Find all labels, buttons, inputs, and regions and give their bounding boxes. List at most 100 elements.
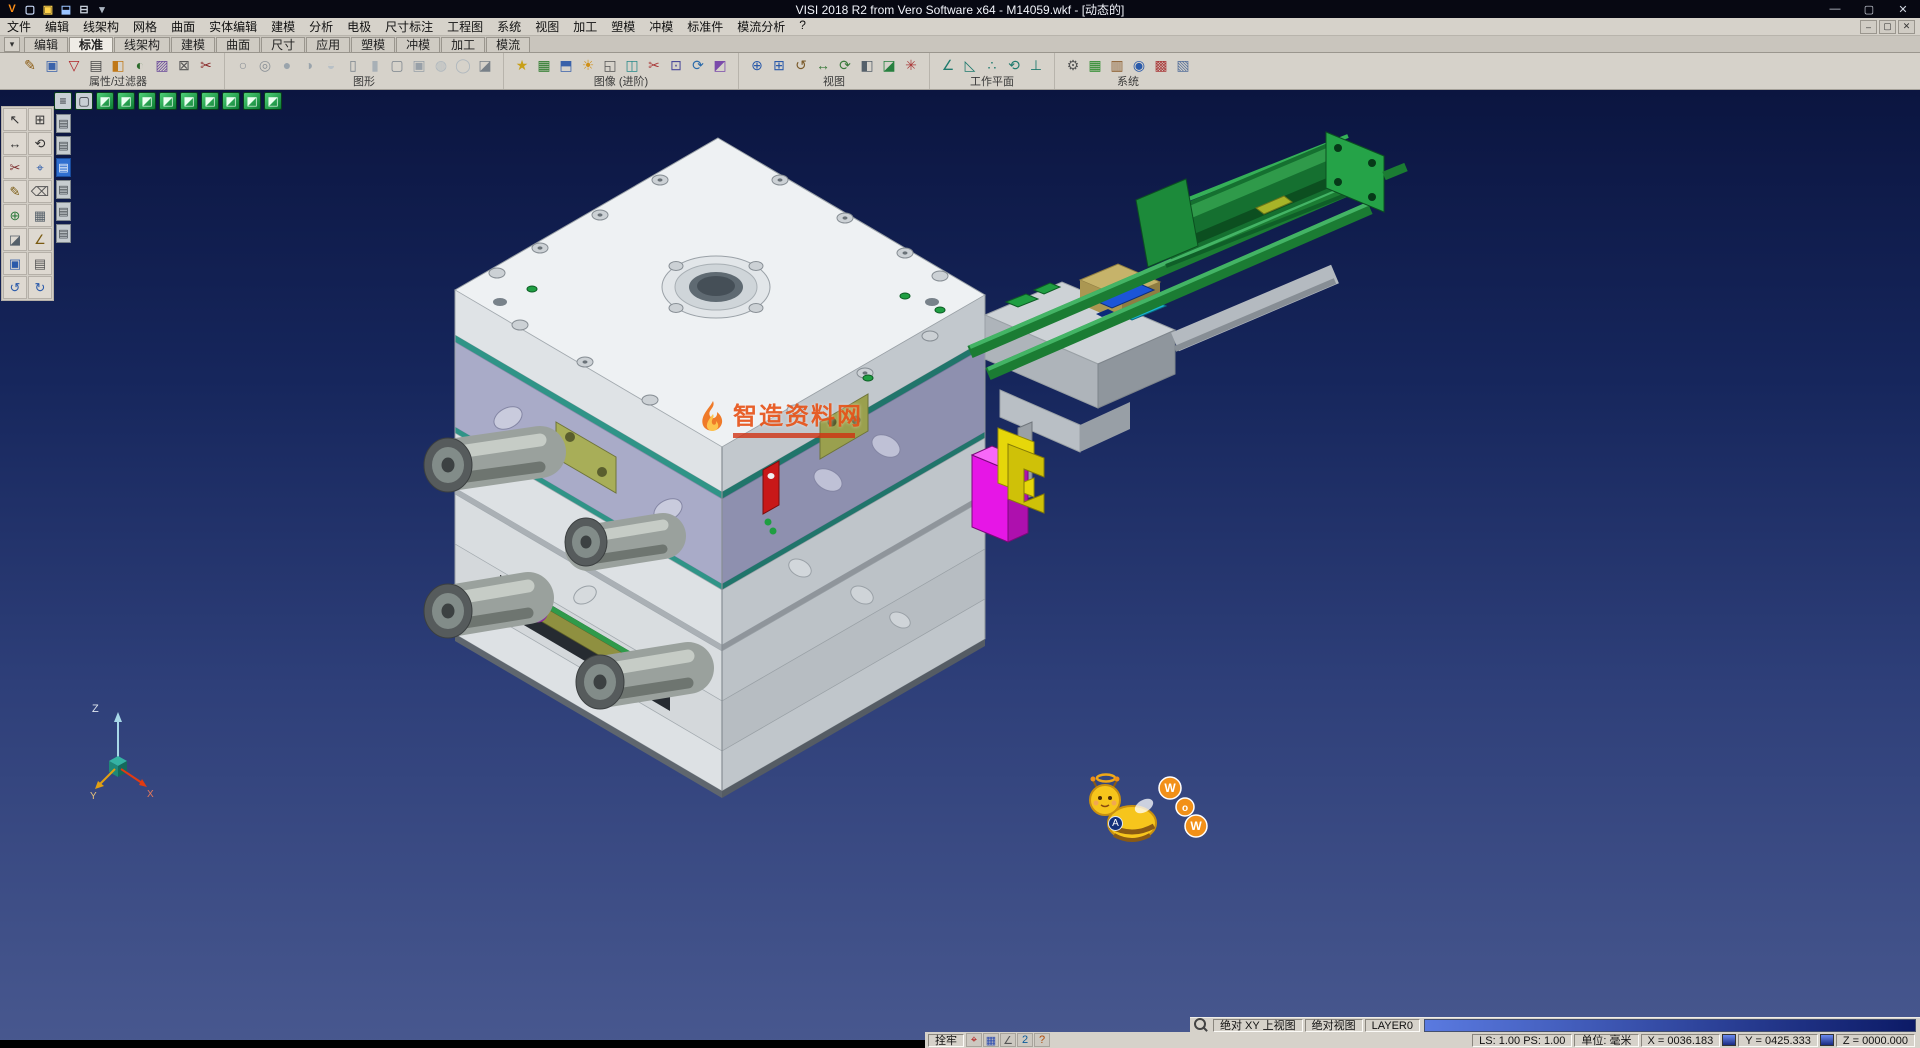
filter-icon[interactable]: ▽	[64, 55, 84, 75]
tab[interactable]: 线架构	[114, 37, 170, 52]
view-bottom-icon[interactable]: ◩	[222, 92, 240, 110]
copy-attributes-icon[interactable]: ▣	[42, 55, 62, 75]
color-swap-icon[interactable]: ◧	[108, 55, 128, 75]
menu-item[interactable]: 建模	[264, 18, 302, 35]
workplane-xy-icon[interactable]: ∠	[938, 55, 958, 75]
tab[interactable]: 尺寸	[261, 37, 305, 52]
tab[interactable]: 曲面	[216, 37, 260, 52]
status-view-mode[interactable]: 绝对 XY 上视图	[1213, 1019, 1303, 1032]
rotate-icon[interactable]: ⟲	[28, 132, 52, 155]
shaded-edges-icon[interactable]: ◑	[299, 55, 319, 75]
view-blank-icon[interactable]: ▢	[75, 92, 93, 110]
tab-dropdown-icon[interactable]: ▾	[4, 37, 20, 52]
render-icon[interactable]: ★	[512, 55, 532, 75]
layer-manager-icon[interactable]: ▤	[86, 55, 106, 75]
overlay-doc-4-icon[interactable]: ▤	[56, 180, 71, 199]
menu-item[interactable]: 分析	[302, 18, 340, 35]
cylinder-view-icon[interactable]: ▯	[343, 55, 363, 75]
menu-item[interactable]: 网格	[126, 18, 164, 35]
tab[interactable]: 冲模	[396, 37, 440, 52]
menu-item[interactable]: 加工	[566, 18, 604, 35]
tab[interactable]: 标准	[69, 37, 113, 52]
menu-item[interactable]: 冲模	[642, 18, 680, 35]
edit-attributes-icon[interactable]: ✎	[20, 55, 40, 75]
overlay-doc-5-icon[interactable]: ▤	[56, 202, 71, 221]
workplane-reset-icon[interactable]: ⊥	[1026, 55, 1046, 75]
selection-filter-icon[interactable]: ⊠	[174, 55, 194, 75]
view-top-icon[interactable]: ◩	[117, 92, 135, 110]
menu-item[interactable]: 曲面	[164, 18, 202, 35]
sketch-icon[interactable]: ✎	[3, 180, 27, 203]
mdi-restore-button[interactable]: ▢	[1879, 20, 1896, 34]
status-lock-toggle[interactable]: 拴牢	[928, 1034, 964, 1047]
translucent-icon[interactable]: ◒	[321, 55, 341, 75]
hidden-line-icon[interactable]: ◎	[255, 55, 275, 75]
cylinder-shaded-icon[interactable]: ▮	[365, 55, 385, 75]
texture-icon[interactable]: ▦	[534, 55, 554, 75]
ortho-mode-icon[interactable]: ∠	[1000, 1033, 1016, 1047]
shadow-icon[interactable]: ◱	[600, 55, 620, 75]
view-back-icon[interactable]: ◩	[201, 92, 219, 110]
status-layer[interactable]: LAYER0	[1365, 1019, 1420, 1032]
pan-icon[interactable]: ↔	[813, 55, 833, 75]
menu-item[interactable]: 系统	[490, 18, 528, 35]
move-icon[interactable]: ↔	[3, 132, 27, 155]
overlay-doc-6-icon[interactable]: ▤	[56, 224, 71, 243]
material-grid-icon[interactable]: ▦	[1085, 55, 1105, 75]
search-icon[interactable]	[1194, 1018, 1208, 1032]
shaded-icon[interactable]: ●	[277, 55, 297, 75]
purge-icon[interactable]: ✂	[196, 55, 216, 75]
mdi-close-button[interactable]: ✕	[1898, 20, 1915, 34]
copy-icon[interactable]: ▣	[3, 252, 27, 275]
new-file-icon[interactable]: ▢	[22, 2, 38, 17]
minimize-button[interactable]: —	[1818, 0, 1852, 18]
menu-item[interactable]: 编辑	[38, 18, 76, 35]
redo-icon[interactable]: ↻	[28, 276, 52, 299]
trim-icon[interactable]: ✂	[3, 156, 27, 179]
angle-icon[interactable]: ∠	[28, 228, 52, 251]
zoom-all-icon[interactable]: ⊕	[747, 55, 767, 75]
overlay-doc-3-icon[interactable]: ▤	[56, 158, 71, 177]
workplane-rotate-icon[interactable]: ⟲	[1004, 55, 1024, 75]
view-right-icon[interactable]: ◩	[159, 92, 177, 110]
print-icon[interactable]: ⊟	[76, 2, 92, 17]
menu-item[interactable]: 塑模	[604, 18, 642, 35]
maximize-button[interactable]: ▢	[1852, 0, 1886, 18]
close-button[interactable]: ✕	[1886, 0, 1920, 18]
tab[interactable]: 模流	[486, 37, 530, 52]
menu-item[interactable]: 电极	[340, 18, 378, 35]
workplane-level-icon[interactable]: 2	[1017, 1033, 1033, 1047]
menu-item[interactable]: 实体编辑	[202, 18, 264, 35]
rotate-view-icon[interactable]: ⟳	[835, 55, 855, 75]
array-icon[interactable]: ▤	[28, 252, 52, 275]
element-mask-icon[interactable]: ▨	[152, 55, 172, 75]
window-select-icon[interactable]: ⊞	[28, 108, 52, 131]
view-iso-icon[interactable]: ◩	[96, 92, 114, 110]
sphere-view-icon[interactable]: ◍	[431, 55, 451, 75]
overlay-doc-2-icon[interactable]: ▤	[56, 136, 71, 155]
hydraulic-unit[interactable]	[970, 132, 1406, 452]
view-left-icon[interactable]: ◩	[180, 92, 198, 110]
menu-item[interactable]: ?	[792, 18, 813, 35]
plane-icon[interactable]: ◪	[3, 228, 27, 251]
status-units[interactable]: 单位: 毫米	[1574, 1034, 1638, 1047]
settings-icon[interactable]: ⚙	[1063, 55, 1083, 75]
save-file-icon[interactable]: ⬓	[58, 2, 74, 17]
view-dimetric-icon[interactable]: ◩	[243, 92, 261, 110]
view-menu-icon[interactable]: ≡	[54, 92, 72, 110]
select-icon[interactable]: ↖	[3, 108, 27, 131]
menu-item[interactable]: 尺寸标注	[378, 18, 440, 35]
menu-item[interactable]: 线架构	[76, 18, 126, 35]
zoom-window-icon[interactable]: ⊞	[769, 55, 789, 75]
overlay-doc-1-icon[interactable]: ▤	[56, 114, 71, 133]
box-shaded-icon[interactable]: ▣	[409, 55, 429, 75]
world-icon[interactable]: ◉	[1129, 55, 1149, 75]
background-icon[interactable]: ⬒	[556, 55, 576, 75]
menu-item[interactable]: 工程图	[440, 18, 490, 35]
zoom-previous-icon[interactable]: ↺	[791, 55, 811, 75]
quickbar-caret-icon[interactable]: ▾	[94, 2, 110, 17]
front-view-icon[interactable]: ◧	[857, 55, 877, 75]
view-trimetric-icon[interactable]: ◩	[264, 92, 282, 110]
visi-logo-icon[interactable]: V	[4, 2, 20, 17]
mdi-minimize-button[interactable]: –	[1860, 20, 1877, 34]
